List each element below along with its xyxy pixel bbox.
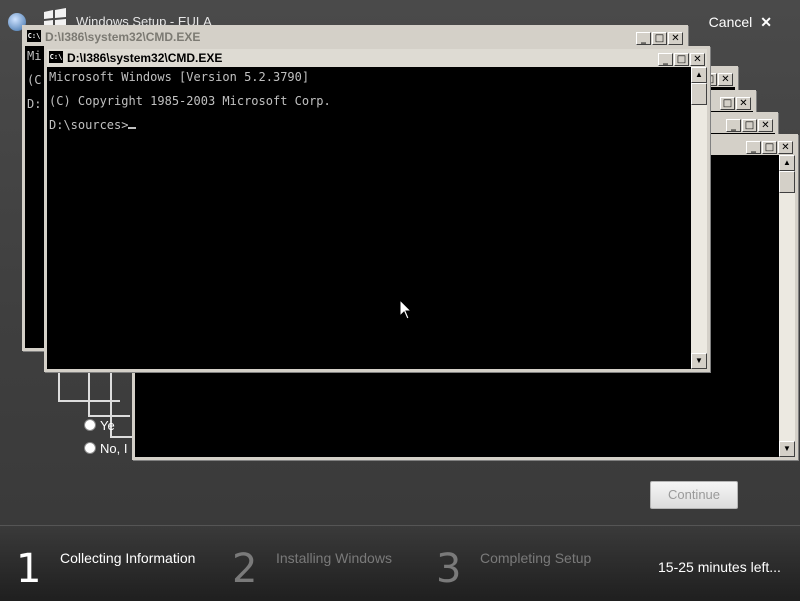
step-number: 3 (436, 546, 462, 592)
radio-icon (84, 442, 96, 454)
console-window-main[interactable]: C:\ D:\I386\system32\CMD.EXE _ □ ✕ Microso… (44, 46, 710, 372)
minimize-icon[interactable]: _ (658, 53, 673, 66)
scroll-down-icon[interactable]: ▼ (779, 441, 795, 457)
prompt-text: D:\sources> (49, 118, 129, 132)
text-cursor (128, 127, 137, 129)
scroll-thumb[interactable] (779, 171, 795, 193)
close-icon[interactable]: ✕ (690, 53, 705, 66)
title-bar[interactable]: _ □ ✕ (709, 115, 775, 133)
vertical-scrollbar[interactable]: ▲ ▼ (779, 155, 795, 457)
console-line: (C (27, 73, 42, 87)
decline-radio-label: No, I (100, 441, 128, 456)
close-icon[interactable]: ✕ (758, 119, 773, 132)
cmd-icon: C:\ (49, 51, 63, 63)
decline-radio[interactable]: No, I (84, 441, 127, 456)
close-icon[interactable]: ✕ (736, 97, 751, 110)
scroll-down-icon[interactable]: ▼ (691, 353, 707, 369)
accept-radio-label: Ye (100, 418, 115, 433)
title-bar[interactable]: □✕ (703, 93, 753, 111)
window-title: D:\I386\system32\CMD.EXE (45, 30, 201, 44)
radio-icon (84, 419, 96, 431)
window-controls: □✕ (719, 95, 751, 110)
close-icon: ✕ (760, 14, 772, 30)
window-controls: _ □ ✕ (725, 117, 773, 132)
step-label: Completing Setup (480, 550, 592, 566)
minimize-icon[interactable]: _ (746, 141, 761, 154)
console-prompt[interactable]: D:\sources> (49, 118, 137, 132)
step-number: 2 (232, 546, 258, 592)
console-line: Mi (27, 49, 42, 63)
continue-button[interactable]: Continue (650, 481, 738, 509)
window-controls: _ □ ✕ (635, 30, 683, 45)
console-line: D: (27, 97, 42, 111)
maximize-icon[interactable]: □ (762, 141, 777, 154)
step-label: Collecting Information (60, 550, 196, 566)
vertical-scrollbar[interactable]: ▲ ▼ (691, 67, 707, 369)
mouse-pointer-icon (400, 300, 412, 320)
cancel-label: Cancel (708, 14, 753, 30)
step-label: Installing Windows (276, 550, 392, 566)
title-bar[interactable]: C:\ D:\I386\system32\CMD.EXE _ □ ✕ (25, 28, 685, 46)
time-remaining: 15-25 minutes left... (658, 559, 781, 575)
minimize-icon[interactable]: _ (636, 32, 651, 45)
window-controls: _ □ ✕ (745, 139, 793, 154)
console-line-version: Microsoft Windows [Version 5.2.3790] (49, 70, 310, 84)
maximize-icon[interactable]: □ (720, 97, 735, 110)
title-bar[interactable]: C:\ D:\I386\system32\CMD.EXE _ □ ✕ (47, 49, 707, 67)
window-controls: _ □ ✕ (657, 51, 705, 66)
close-icon[interactable]: ✕ (718, 73, 733, 86)
scroll-up-icon[interactable]: ▲ (691, 67, 707, 83)
minimize-icon[interactable]: _ (726, 119, 741, 132)
maximize-icon[interactable]: □ (652, 32, 667, 45)
cancel-button[interactable]: Cancel ✕ (709, 14, 772, 31)
close-icon[interactable]: ✕ (778, 141, 793, 154)
step-number: 1 (16, 546, 42, 592)
console-line-copyright: (C) Copyright 1985-2003 Microsoft Corp. (49, 94, 331, 108)
scroll-up-icon[interactable]: ▲ (779, 155, 795, 171)
scroll-thumb[interactable] (691, 83, 707, 105)
maximize-icon[interactable]: □ (674, 53, 689, 66)
window-title: D:\I386\system32\CMD.EXE (67, 51, 223, 65)
close-icon[interactable]: ✕ (668, 32, 683, 45)
accept-radio[interactable]: Ye (84, 418, 115, 433)
setup-progress-bar: 1 Collecting Information 2 Installing Wi… (0, 525, 800, 601)
maximize-icon[interactable]: □ (742, 119, 757, 132)
cmd-icon: C:\ (27, 30, 41, 42)
